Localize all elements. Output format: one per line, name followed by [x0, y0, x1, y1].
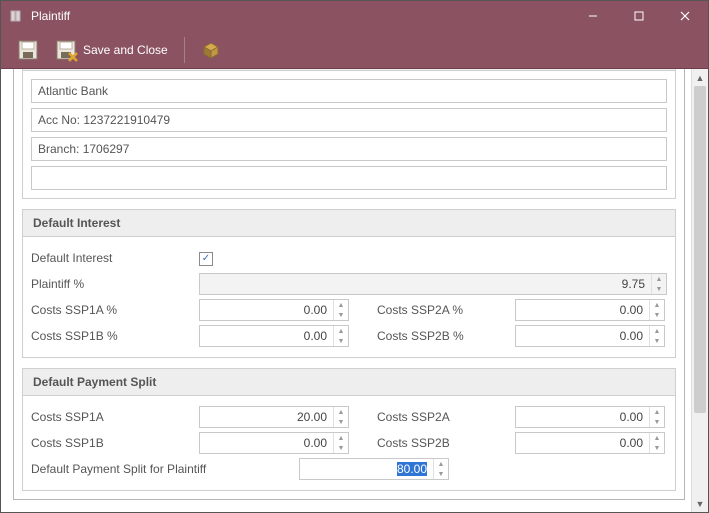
group-header-interest: Default Interest [23, 210, 675, 237]
close-button[interactable] [662, 1, 708, 31]
label-costs-ssp2a-pct: Costs SSP2A % [357, 303, 507, 317]
bank-name-field[interactable] [31, 79, 667, 103]
label-split-ssp1b: Costs SSP1B [31, 436, 191, 450]
scroll-down-button[interactable]: ▼ [692, 495, 708, 512]
label-costs-ssp1b-pct: Costs SSP1B % [31, 329, 191, 343]
plaintiff-window: Plaintiff Save and Close Details Financi [0, 0, 709, 513]
save-and-close-label: Save and Close [83, 43, 168, 57]
costs-ssp1a-pct-input[interactable]: ▲▼ [199, 299, 349, 321]
scroll-thumb[interactable] [694, 86, 706, 413]
label-split-ssp2a: Costs SSP2A [357, 410, 507, 424]
scroll-up-button[interactable]: ▲ [692, 69, 708, 86]
toolbar: Save and Close [1, 31, 708, 69]
group-header-split: Default Payment Split [23, 369, 675, 396]
toolbar-separator [184, 37, 185, 63]
split-ssp2a-input[interactable]: ▲▼ [515, 406, 665, 428]
app-icon [9, 8, 25, 24]
default-interest-checkbox[interactable]: ✓ [199, 252, 213, 266]
label-default-interest: Default Interest [31, 251, 191, 265]
minimize-button[interactable] [570, 1, 616, 31]
group-default-interest: Default Interest Default Interest ✓ Plai… [22, 209, 676, 358]
label-split-plaintiff: Default Payment Split for Plaintiff [31, 462, 291, 476]
label-costs-ssp1a-pct: Costs SSP1A % [31, 303, 191, 317]
floppy-close-icon [55, 39, 77, 61]
account-number-field[interactable] [31, 108, 667, 132]
tab-panel-financial: Banking Details Default Interest Default… [13, 69, 685, 500]
vertical-scrollbar[interactable]: ▲ ▼ [691, 69, 708, 512]
plaintiff-percent-input[interactable]: ▲▼ [199, 273, 667, 295]
floppy-icon [17, 39, 39, 61]
costs-ssp2a-pct-input[interactable]: ▲▼ [515, 299, 665, 321]
maximize-button[interactable] [616, 1, 662, 31]
label-split-ssp2b: Costs SSP2B [357, 436, 507, 450]
extra-banking-field[interactable] [31, 166, 667, 190]
split-ssp2b-input[interactable]: ▲▼ [515, 432, 665, 454]
label-split-ssp1a: Costs SSP1A [31, 410, 191, 424]
label-costs-ssp2b-pct: Costs SSP2B % [357, 329, 507, 343]
window-controls [570, 1, 708, 31]
title-bar: Plaintiff [1, 1, 708, 31]
spinner-arrows[interactable]: ▲▼ [651, 274, 666, 294]
group-banking-details: Banking Details [22, 69, 676, 199]
scroll-track[interactable] [692, 86, 708, 495]
window-title: Plaintiff [31, 9, 570, 23]
group-payment-split: Default Payment Split Costs SSP1A ▲▼ Cos… [22, 368, 676, 491]
costs-ssp1b-pct-input[interactable]: ▲▼ [199, 325, 349, 347]
costs-ssp2b-pct-input[interactable]: ▲▼ [515, 325, 665, 347]
split-ssp1a-input[interactable]: ▲▼ [199, 406, 349, 428]
content-area: Details Financial Custom Fields Plaintif… [1, 69, 691, 512]
cube-icon [201, 40, 221, 60]
tool-button-extra[interactable] [193, 35, 229, 65]
split-plaintiff-input[interactable]: ▲▼ [299, 458, 449, 480]
split-ssp1b-input[interactable]: ▲▼ [199, 432, 349, 454]
save-and-close-button[interactable]: Save and Close [47, 35, 176, 65]
branch-field[interactable] [31, 137, 667, 161]
label-plaintiff-percent: Plaintiff % [31, 277, 191, 291]
save-button[interactable] [9, 35, 47, 65]
